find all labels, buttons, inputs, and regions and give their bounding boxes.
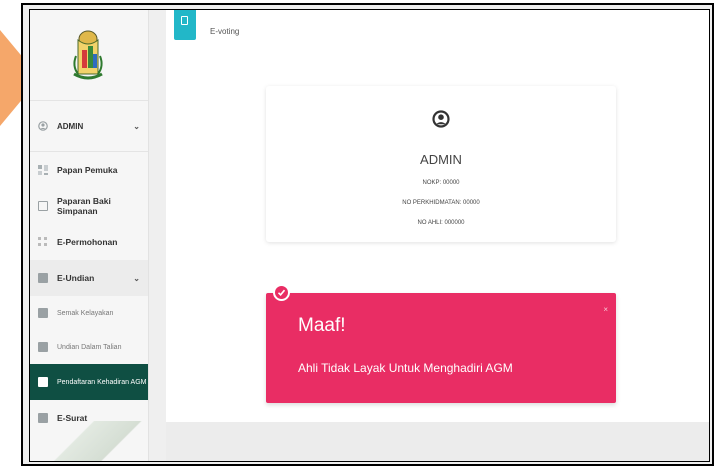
list-icon (38, 377, 48, 387)
profile-card: ADMIN NOKP: 00000 NO PERKHIDMATAN: 00000… (266, 86, 616, 242)
profile-nokp: NOKP: 00000 (422, 180, 460, 186)
sidebar-item-label: E-Undian (57, 273, 95, 283)
dashboard-icon (38, 165, 48, 175)
profile-name: ADMIN (420, 152, 462, 167)
logo-area (30, 10, 148, 101)
sidebar-item-semak-kelayakan[interactable]: Semak Kelayakan (30, 296, 148, 330)
sidebar-item-label: Papan Pemuka (57, 165, 118, 175)
folder-icon (38, 273, 48, 283)
sidebar-user-label: ADMIN (57, 121, 84, 131)
footer-area (166, 422, 709, 461)
close-icon[interactable]: × (603, 305, 608, 314)
user-icon (432, 110, 450, 128)
app-viewport: ADMIN ⌄ Papan Pemuka Paparan Baki Simpan… (29, 9, 710, 462)
sidebar-item-e-permohonan[interactable]: E-Permohonan (30, 224, 148, 260)
breadcrumb-icon-box (174, 10, 196, 40)
alert-message: Ahli Tidak Layak Untuk Menghadiri AGM (298, 361, 513, 375)
document-icon (181, 16, 188, 25)
sidebar-item-undian-dalam-talian[interactable]: Undian Dalam Talian (30, 330, 148, 364)
list-icon (38, 308, 48, 318)
sidebar-user[interactable]: ADMIN ⌄ (30, 101, 148, 152)
user-icon (38, 121, 48, 131)
check-icon (273, 284, 290, 301)
alert-box: × Maaf! Ahli Tidak Layak Untuk Menghadir… (266, 284, 616, 403)
alert-title: Maaf! (298, 315, 346, 336)
sidebar-decoration (30, 421, 148, 461)
app-window: ADMIN ⌄ Papan Pemuka Paparan Baki Simpan… (21, 3, 714, 466)
sidebar-item-label: Semak Kelayakan (57, 309, 114, 317)
grid-icon (38, 237, 48, 247)
chevron-down-icon: ⌄ (133, 273, 140, 283)
sidebar-item-label: Undian Dalam Talian (57, 343, 122, 351)
breadcrumb: E-voting (210, 27, 240, 36)
chevron-down-icon: ⌄ (133, 121, 140, 131)
sidebar-item-pendaftaran-kehadiran-agm[interactable]: Pendaftaran Kehadiran AGM (30, 364, 148, 400)
sidebar-item-label: E-Permohonan (57, 237, 118, 247)
sidebar-item-papan-pemuka[interactable]: Papan Pemuka (30, 152, 148, 188)
sidebar-item-label: Paparan Baki Simpanan (57, 196, 111, 216)
logo-icon (73, 30, 103, 80)
sidebar-item-paparan-baki-simpanan[interactable]: Paparan Baki Simpanan (30, 188, 148, 224)
main-content: E-voting ADMIN NOKP: 00000 NO PERKHIDMAT… (166, 10, 709, 422)
profile-no-ahli: NO AHLI: 000000 (417, 220, 465, 226)
sidebar: ADMIN ⌄ Papan Pemuka Paparan Baki Simpan… (30, 10, 149, 461)
profile-no-perkhidmatan: NO PERKHIDMATAN: 00000 (402, 200, 480, 206)
document-icon (38, 201, 48, 211)
list-icon (38, 342, 48, 352)
sidebar-item-label: Pendaftaran Kehadiran AGM (57, 378, 147, 386)
sidebar-item-e-undian[interactable]: E-Undian ⌄ (30, 260, 148, 296)
